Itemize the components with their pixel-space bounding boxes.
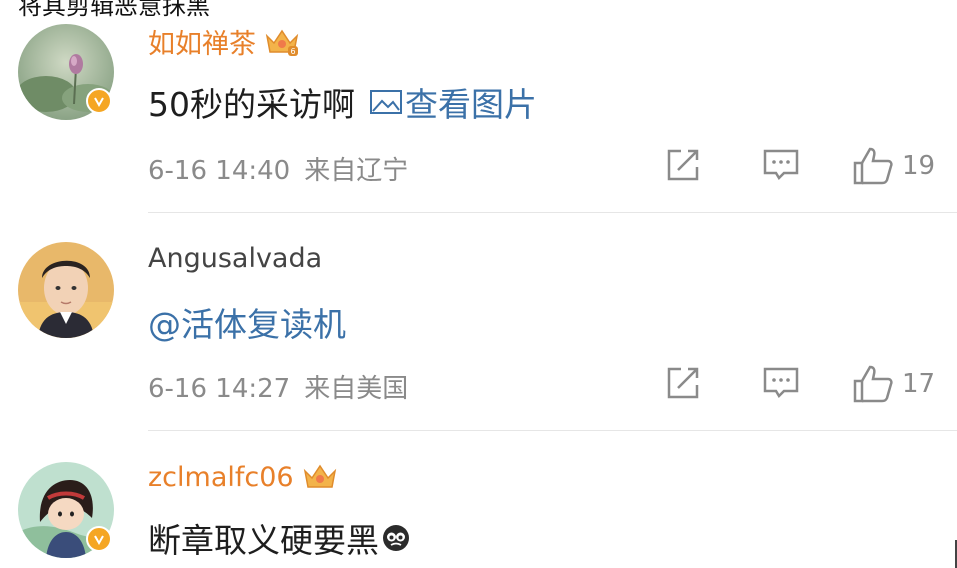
share-icon xyxy=(667,149,699,181)
divider xyxy=(148,430,957,431)
comment-actions: 17 xyxy=(664,364,954,404)
avatar[interactable] xyxy=(18,242,114,338)
like-count: 19 xyxy=(902,151,936,181)
reply-button[interactable] xyxy=(762,364,800,402)
comment-text: 50秒的采访啊 xyxy=(148,85,355,124)
verified-badge-icon xyxy=(86,526,112,552)
verified-badge-icon xyxy=(86,88,112,114)
view-image-label[interactable]: 查看图片 xyxy=(405,78,537,126)
comment-meta: 6-16 14:27 来自美国 xyxy=(148,368,408,405)
comment-time: 6-16 14:27 xyxy=(148,374,291,404)
thumbs-up-icon xyxy=(853,365,893,403)
comment-text: 断章取义硬要黑 xyxy=(148,521,379,560)
avatar[interactable] xyxy=(18,24,114,120)
reply-button[interactable] xyxy=(762,146,800,184)
comment-icon xyxy=(763,367,799,399)
avatar-image xyxy=(18,242,114,338)
comment-location: 来自美国 xyxy=(304,374,409,404)
view-image-link[interactable]: 查看图片 xyxy=(369,78,537,126)
thumbs-up-icon xyxy=(853,147,893,185)
like-button[interactable]: 17 xyxy=(852,364,935,404)
image-icon xyxy=(370,90,402,114)
comment-icon xyxy=(763,149,799,181)
username-text[interactable]: 如如禅茶 xyxy=(148,22,256,61)
avatar[interactable] xyxy=(18,462,114,558)
share-button[interactable] xyxy=(664,364,702,402)
comment-content: 50秒的采访啊 查看图片 xyxy=(148,78,537,126)
comment-meta: 6-16 14:40 来自辽宁 xyxy=(148,150,408,187)
username[interactable]: 如如禅茶 6 xyxy=(148,22,300,61)
username[interactable]: Angusalvada xyxy=(148,243,322,274)
comment-content: @活体复读机 xyxy=(148,298,346,346)
username-text[interactable]: Angusalvada xyxy=(148,243,322,274)
vip-crown-icon xyxy=(303,464,336,488)
comment-actions: 19 xyxy=(664,146,954,186)
like-button[interactable]: 19 xyxy=(852,146,935,186)
share-icon xyxy=(667,367,699,399)
username[interactable]: zclmalfc06 xyxy=(148,461,338,493)
vip-crown-icon: 6 xyxy=(265,29,299,56)
comment-location: 来自辽宁 xyxy=(304,156,409,186)
sweat-face-emoji-icon xyxy=(383,525,409,551)
username-text[interactable]: zclmalfc06 xyxy=(148,462,294,493)
divider xyxy=(148,212,957,213)
svg-text:6: 6 xyxy=(290,47,295,56)
previous-comment-fragment: 将其剪辑恶意抹黑 xyxy=(18,0,210,20)
share-button[interactable] xyxy=(664,146,702,184)
comment-time: 6-16 14:40 xyxy=(148,156,291,186)
like-count: 17 xyxy=(902,369,936,399)
comment-content: 断章取义硬要黑 xyxy=(148,514,411,562)
mention-link[interactable]: @活体复读机 xyxy=(148,298,346,346)
